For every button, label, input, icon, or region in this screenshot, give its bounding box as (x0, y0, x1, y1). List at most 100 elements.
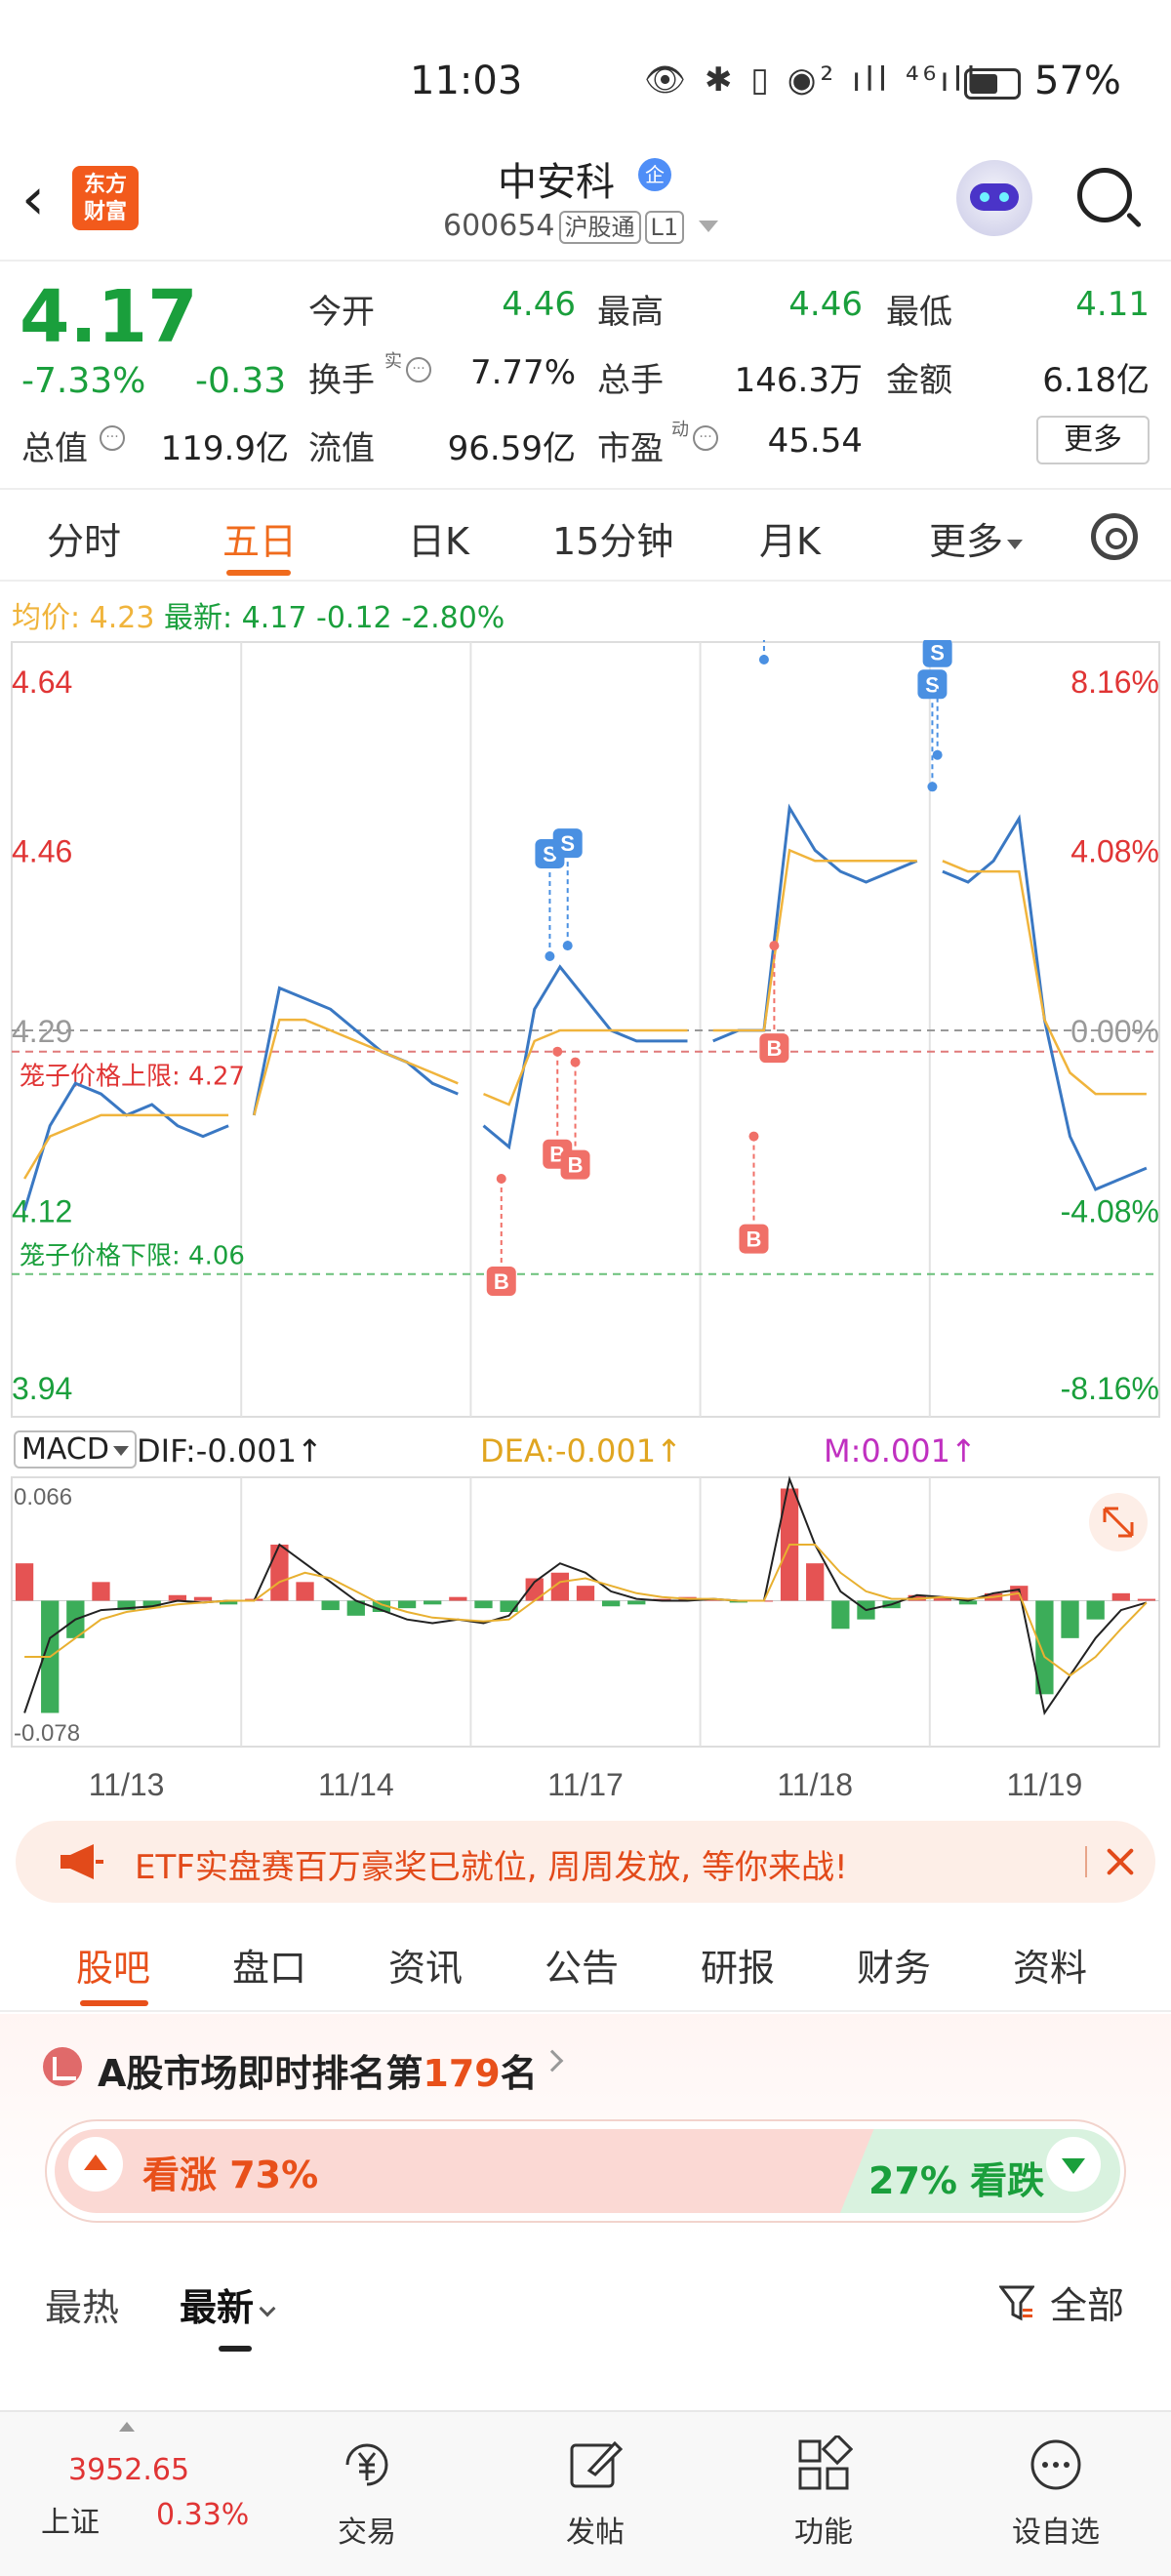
x-tick-label: 11/19 (1007, 1767, 1083, 1802)
gear-icon[interactable] (1091, 513, 1138, 560)
macd-histogram-bar (806, 1563, 825, 1601)
index-value[interactable]: 3952.65 (68, 2453, 189, 2487)
promo-banner[interactable]: ETF实盘赛百万豪奖已就位, 周周发放, 等你来战! (16, 1821, 1155, 1903)
macd-histogram-bar (576, 1586, 595, 1601)
macd-bottom-tick: -0.078 (14, 1720, 80, 1747)
sort-latest-label: 最新 (180, 2286, 255, 2329)
macd-histogram-bar (474, 1600, 493, 1609)
back-icon[interactable]: ‹ (21, 170, 45, 228)
caret-down-icon (1007, 539, 1024, 549)
edit-icon (570, 2440, 624, 2488)
tab-intraday[interactable]: 分时 (47, 511, 121, 565)
buy-marker-label: B (747, 1228, 762, 1252)
nav-add-watchlist[interactable]: 设自选 (988, 2422, 1124, 2568)
macd-histogram-bar (15, 1563, 34, 1601)
change-amount: -0.33 (195, 361, 287, 401)
pe-value: 45.54 (767, 422, 863, 461)
arrow-up-icon (68, 2137, 123, 2192)
index-change[interactable]: 0.33% (156, 2498, 249, 2532)
info-icon[interactable]: ··· (404, 357, 431, 382)
trade-marker-dot (545, 951, 555, 961)
stock-header: ‹ 东方 财富 中安科 企 600654 沪股通 L1 (0, 146, 1171, 262)
assistant-robot-icon[interactable] (956, 160, 1032, 236)
status-time: 11:03 (410, 59, 523, 103)
info-icon[interactable]: ··· (98, 425, 125, 451)
buy-marker-label: B (766, 1036, 782, 1061)
nav-trade[interactable]: 交易 (299, 2422, 435, 2568)
volume-label: 总手 (597, 361, 664, 400)
sort-hot[interactable]: 最热 (45, 2277, 119, 2331)
high-label: 最高 (597, 293, 664, 332)
ranking-prefix: A股市场即时排名第 (98, 2052, 424, 2095)
info-icon[interactable]: ··· (691, 425, 718, 451)
macd-chart[interactable]: 0.066 -0.078 11/13 11/14 11/17 11/18 11/19 (0, 1425, 1171, 1844)
y-tick-label: 4.64 (12, 664, 72, 700)
tab-profile[interactable]: 资料 (1013, 1938, 1087, 1992)
last-value: 4.17 (241, 601, 307, 635)
float-cap-value: 96.59亿 (447, 429, 576, 468)
tab-daily-k[interactable]: 日K (408, 511, 469, 565)
tab-financials[interactable]: 财务 (857, 1938, 931, 1992)
more-button[interactable]: 更多 (1036, 416, 1150, 464)
filter-label[interactable]: 全部 (1050, 2275, 1124, 2329)
tab-forum[interactable]: 股吧 (76, 1938, 150, 1992)
trade-marker-dot (932, 749, 943, 760)
ranking-number: 179 (423, 2052, 501, 2095)
price-series-line (712, 803, 918, 1043)
low-value: 4.11 (1075, 285, 1150, 324)
nav-functions[interactable]: 功能 (755, 2422, 892, 2568)
enterprise-badge-icon: 企 (638, 158, 671, 191)
ranking-suffix: 名 (500, 2052, 538, 2095)
pe-label: 市盈 (597, 429, 664, 468)
search-icon[interactable] (1077, 168, 1132, 222)
active-tab-indicator (226, 570, 291, 576)
avg-label: 均价: (12, 601, 81, 635)
tab-monthly-k[interactable]: 月K (759, 511, 821, 565)
last-price: 4.17 (20, 275, 198, 359)
nav-post[interactable]: 发帖 (527, 2422, 664, 2568)
price-series-line (22, 1081, 229, 1212)
stock-name[interactable]: 中安科 (498, 150, 615, 207)
chevron-down-icon[interactable] (699, 221, 718, 232)
avg-series-line (942, 860, 1147, 1096)
close-icon[interactable] (1101, 1842, 1140, 1881)
macd-histogram-bar (397, 1600, 417, 1609)
pct-tick-label: 8.16% (1070, 664, 1159, 700)
filter-icon[interactable] (999, 2283, 1034, 2322)
tab-order-book[interactable]: 盘口 (232, 1938, 306, 1992)
open-label: 今开 (308, 293, 375, 332)
macd-histogram-bar (1086, 1600, 1105, 1620)
pct-tick-label: -8.16% (1061, 1371, 1159, 1406)
app-logo[interactable]: 东方 财富 (72, 166, 139, 230)
tab-more[interactable]: 更多 (929, 511, 1024, 565)
five-day-price-chart[interactable]: 4.64 8.16%4.46 4.08%4.29 0.00%4.12 -4.08%3.9… (0, 640, 1171, 1421)
tab-announcements[interactable]: 公告 (545, 1938, 619, 1992)
avg-value: 4.23 (89, 601, 155, 635)
last-change: -0.12 (316, 601, 392, 635)
amount-label: 金额 (886, 361, 952, 400)
trade-marker-dot (552, 1046, 563, 1057)
macd-histogram-bar (449, 1596, 467, 1601)
connect-tag: 沪股通 (558, 211, 641, 244)
ranking-link[interactable]: A股市场即时排名第179名 (98, 2043, 538, 2097)
post-sort-row: 最热 最新 全部 (0, 2244, 1171, 2361)
amount-value: 6.18亿 (1042, 361, 1150, 400)
community-tabs: 股吧 盘口 资讯 公告 研报 财务 资料 (0, 1914, 1171, 2012)
macd-histogram-bar (1111, 1592, 1130, 1601)
battery-icon (964, 68, 1021, 100)
sort-latest[interactable]: 最新 (180, 2277, 276, 2331)
macd-histogram-bar (424, 1600, 442, 1605)
tab-15min[interactable]: 15分钟 (552, 511, 673, 565)
chevron-down-icon (259, 2300, 276, 2317)
status-icons: 👁 ✱ ▯ ◉² ıll ⁴⁶ıll (644, 60, 980, 100)
stock-code-row[interactable]: 600654 沪股通 L1 (443, 209, 685, 244)
sentiment-vote: 看涨 73% 27% 看跌 (45, 2119, 1126, 2223)
tab-research[interactable]: 研报 (701, 1938, 775, 1992)
turnover-label: 换手 (308, 361, 375, 400)
avg-series-line (712, 848, 917, 1032)
index-name[interactable]: 上证 (41, 2498, 100, 2541)
x-tick-label: 11/14 (318, 1767, 394, 1802)
tab-news[interactable]: 资讯 (388, 1938, 463, 1992)
ranking-section: A股市场即时排名第179名 看涨 73% 27% 看跌 (0, 2014, 1171, 2238)
tab-five-day[interactable]: 五日 (222, 511, 297, 565)
